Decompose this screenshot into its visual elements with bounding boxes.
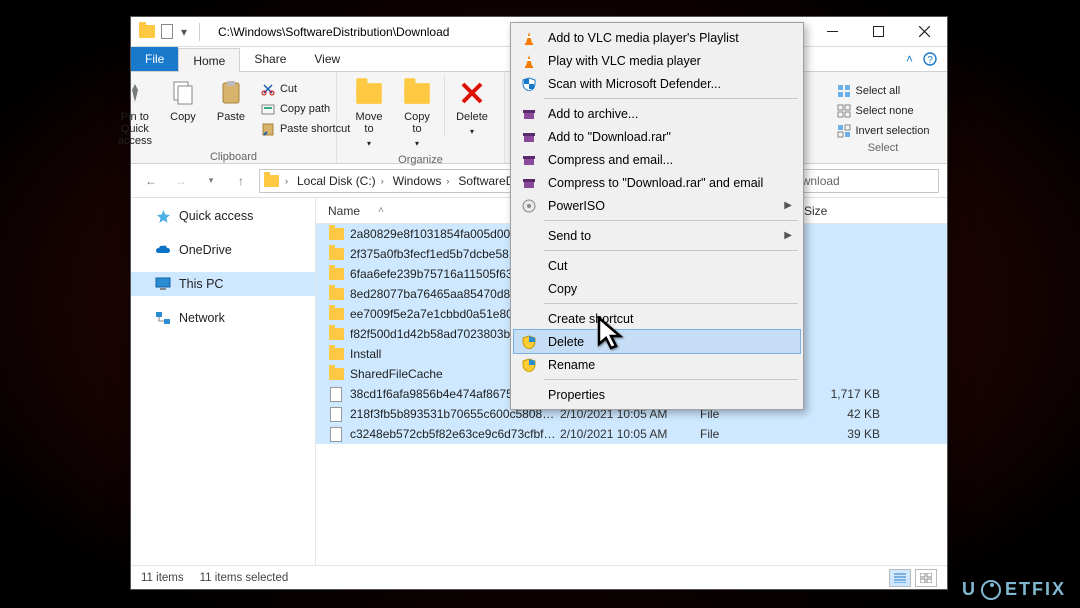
file-icon bbox=[328, 387, 344, 401]
maximize-button[interactable] bbox=[855, 17, 901, 47]
network-icon bbox=[155, 310, 171, 326]
folder-icon bbox=[328, 287, 344, 301]
pin-quick-access-button[interactable]: Pin to Quick access bbox=[114, 76, 156, 149]
cloud-icon bbox=[155, 242, 171, 258]
tab-share[interactable]: Share bbox=[240, 47, 300, 71]
back-button[interactable]: ← bbox=[139, 169, 163, 193]
ctx-vlc-add[interactable]: Add to VLC media player's Playlist bbox=[514, 26, 800, 49]
shield-icon bbox=[520, 356, 538, 374]
tab-view[interactable]: View bbox=[300, 47, 354, 71]
move-to-button[interactable]: Move to▾ bbox=[348, 76, 390, 152]
paste-shortcut-icon bbox=[261, 122, 275, 136]
ctx-create-shortcut[interactable]: Create shortcut bbox=[514, 307, 800, 330]
recent-dropdown[interactable]: ▾ bbox=[199, 169, 223, 193]
folder-icon bbox=[328, 227, 344, 241]
status-selected: 11 items selected bbox=[200, 572, 289, 584]
file-row[interactable]: c3248eb572cb5f82e63ce9c6d73cfbf39b10...2… bbox=[316, 424, 947, 444]
forward-button[interactable]: → bbox=[169, 169, 193, 193]
sidebar-item-quick-access[interactable]: Quick access bbox=[131, 204, 315, 228]
paste-button[interactable]: Paste bbox=[210, 76, 252, 125]
minimize-button[interactable] bbox=[809, 17, 855, 47]
star-icon bbox=[155, 208, 171, 224]
ctx-rename[interactable]: Rename bbox=[514, 353, 800, 376]
ribbon-collapse-icon[interactable]: ˄ bbox=[906, 52, 913, 66]
folder-icon bbox=[139, 25, 155, 38]
invert-selection-button[interactable]: Invert selection bbox=[834, 122, 933, 140]
close-button[interactable] bbox=[901, 17, 947, 47]
folder-icon bbox=[328, 327, 344, 341]
breadcrumb-item: Local Disk (C:)› bbox=[294, 174, 387, 188]
ctx-defender[interactable]: Scan with Microsoft Defender... bbox=[514, 72, 800, 95]
delete-button[interactable]: Delete▾ bbox=[451, 76, 493, 140]
ctx-add-archive[interactable]: Add to archive... bbox=[514, 102, 800, 125]
winrar-icon bbox=[520, 151, 538, 169]
cursor-icon bbox=[597, 316, 631, 356]
details-view-button[interactable] bbox=[889, 569, 911, 587]
folder-icon bbox=[328, 307, 344, 321]
ctx-compress-download-email[interactable]: Compress to "Download.rar" and email bbox=[514, 171, 800, 194]
submenu-arrow-icon: ▶ bbox=[784, 200, 792, 211]
sidebar-item-network[interactable]: Network bbox=[131, 306, 315, 330]
copy-button[interactable]: Copy bbox=[162, 76, 204, 125]
sidebar-item-this-pc[interactable]: This PC bbox=[131, 272, 315, 296]
ctx-compress-email[interactable]: Compress and email... bbox=[514, 148, 800, 171]
monitor-icon bbox=[155, 276, 171, 292]
select-none-icon bbox=[837, 104, 851, 118]
status-count: 11 items bbox=[141, 572, 184, 584]
select-group-label: Select bbox=[868, 140, 899, 154]
tab-file[interactable]: File bbox=[131, 47, 178, 71]
svg-text:?: ? bbox=[927, 55, 933, 66]
status-bar: 11 items 11 items selected bbox=[131, 565, 947, 589]
copy-to-button[interactable]: Copy to▾ bbox=[396, 76, 438, 152]
organize-group-label: Organize bbox=[398, 152, 443, 166]
folder-icon bbox=[328, 247, 344, 261]
navigation-pane: Quick access OneDrive This PC Network bbox=[131, 198, 316, 565]
ctx-properties[interactable]: Properties bbox=[514, 383, 800, 406]
file-icon bbox=[328, 427, 344, 441]
ctx-poweriso[interactable]: PowerISO ▶ bbox=[514, 194, 800, 217]
ctx-vlc-play[interactable]: Play with VLC media player bbox=[514, 49, 800, 72]
column-size[interactable]: Size bbox=[804, 204, 947, 218]
folder-icon bbox=[328, 347, 344, 361]
ctx-delete[interactable]: Delete bbox=[514, 330, 800, 353]
winrar-icon bbox=[520, 174, 538, 192]
ctx-add-download-rar[interactable]: Add to "Download.rar" bbox=[514, 125, 800, 148]
help-icon[interactable]: ? bbox=[923, 52, 937, 66]
document-icon bbox=[161, 24, 173, 39]
icons-view-button[interactable] bbox=[915, 569, 937, 587]
scissors-icon bbox=[261, 82, 275, 96]
select-none-button[interactable]: Select none bbox=[834, 102, 933, 120]
qat-dropdown-icon[interactable]: ▾ bbox=[179, 27, 189, 37]
copy-path-icon bbox=[261, 102, 275, 116]
clipboard-group-label: Clipboard bbox=[210, 149, 257, 163]
folder-icon bbox=[328, 267, 344, 281]
watermark: UETFIX bbox=[962, 579, 1066, 600]
winrar-icon bbox=[520, 128, 538, 146]
folder-icon bbox=[264, 175, 279, 187]
breadcrumb-item: Windows› bbox=[390, 174, 453, 188]
submenu-arrow-icon: ▶ bbox=[784, 230, 792, 241]
context-menu: Add to VLC media player's Playlist Play … bbox=[510, 22, 804, 410]
winrar-icon bbox=[520, 105, 538, 123]
poweriso-icon bbox=[520, 197, 538, 215]
select-all-button[interactable]: Select all bbox=[834, 82, 933, 100]
sidebar-item-onedrive[interactable]: OneDrive bbox=[131, 238, 315, 262]
up-button[interactable]: ↑ bbox=[229, 169, 253, 193]
tab-home[interactable]: Home bbox=[178, 48, 240, 72]
file-icon bbox=[328, 407, 344, 421]
vlc-icon bbox=[520, 52, 538, 70]
folder-icon bbox=[328, 367, 344, 381]
vlc-icon bbox=[520, 29, 538, 47]
ctx-send-to[interactable]: Send to ▶ bbox=[514, 224, 800, 247]
ctx-copy[interactable]: Copy bbox=[514, 277, 800, 300]
shield-icon bbox=[520, 333, 538, 351]
invert-selection-icon bbox=[837, 124, 851, 138]
defender-icon bbox=[520, 75, 538, 93]
ctx-cut[interactable]: Cut bbox=[514, 254, 800, 277]
select-all-icon bbox=[837, 84, 851, 98]
